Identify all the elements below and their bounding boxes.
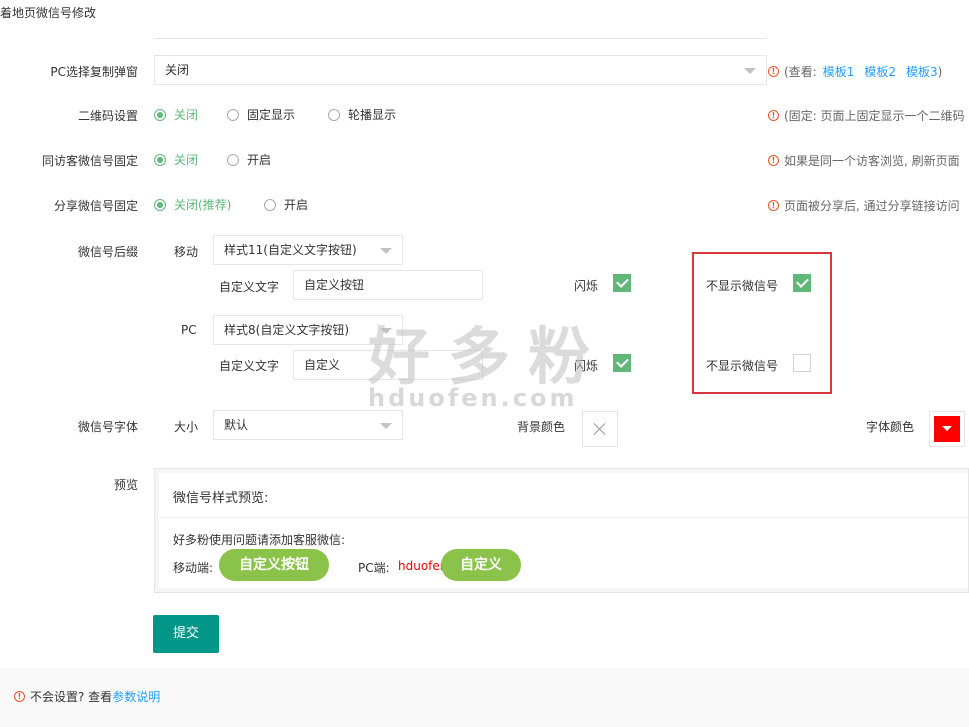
mobile-custom-input[interactable]: 自定义按钮 — [293, 270, 483, 300]
share-fixed-label: 分享微信号固定 — [53, 199, 138, 213]
submit-button[interactable]: 提交 — [153, 615, 219, 653]
font-label: 微信号字体 — [77, 420, 138, 434]
divider — [154, 38, 767, 39]
chevron-down-icon — [744, 68, 756, 74]
bg-color-picker[interactable] — [582, 411, 618, 447]
pc-copy-label: PC选择复制弹窗 — [50, 65, 138, 79]
template-link-3[interactable]: 模板3 — [906, 63, 938, 80]
info-icon: ! — [768, 155, 779, 166]
font-color-label: 字体颜色 — [866, 420, 915, 434]
param-doc-link[interactable]: 参数说明 — [112, 688, 160, 705]
share-fixed-hint: ! 页面被分享后, 通过分享链接访问 — [768, 197, 960, 214]
pc-flash-checkbox[interactable] — [613, 354, 631, 372]
share-fixed-radio-on[interactable]: 开启 — [264, 196, 308, 213]
pc-copy-value: 关闭 — [165, 63, 190, 77]
preview-pc-text: hduofen — [398, 559, 448, 573]
footer: ! 不会设置? 查看 参数说明 — [0, 668, 969, 727]
preview-heading: 微信号样式预览: — [173, 491, 269, 506]
info-icon: ! — [768, 200, 779, 211]
same-visitor-hint: ! 如果是同一个访客浏览, 刷新页面 — [768, 152, 960, 169]
pc-copy-hint: ! (查看: 模板1 模板2 模板3 ) — [768, 63, 942, 80]
preview-panel: 微信号样式预览: 好多粉使用问题请添加客服微信: 移动端: 自定义按钮 PC端:… — [154, 468, 969, 593]
mobile-custom-label: 自定义文字 — [219, 280, 280, 294]
preview-pc-button: 自定义 — [441, 549, 521, 581]
bg-color-label: 背景颜色 — [517, 420, 566, 434]
preview-pc-label: PC端: — [358, 561, 390, 575]
qrcode-radio-rotate[interactable]: 轮播显示 — [328, 106, 396, 123]
same-visitor-radio-off[interactable]: 关闭 — [154, 151, 198, 168]
hint-text: (查看: — [784, 65, 817, 79]
pc-custom-label: 自定义文字 — [219, 359, 280, 373]
mobile-flash-checkbox[interactable] — [613, 274, 631, 292]
font-color-picker[interactable] — [929, 411, 965, 447]
size-select[interactable]: 默认 — [213, 410, 403, 440]
pc-label: PC — [181, 323, 197, 337]
watermark: 好多粉 — [368, 320, 609, 393]
template-link-1[interactable]: 模板1 — [823, 63, 855, 80]
close-icon — [592, 421, 608, 437]
chevron-down-icon — [380, 248, 392, 254]
share-fixed-radio-off[interactable]: 关闭(推荐) — [154, 196, 231, 213]
preview-mobile-button: 自定义按钮 — [219, 549, 329, 581]
qrcode-radio-off[interactable]: 关闭 — [154, 106, 198, 123]
mobile-label: 移动 — [174, 245, 199, 259]
qrcode-hint: ! (固定: 页面上固定显示一个二维码 — [768, 107, 965, 124]
chevron-down-icon — [380, 423, 392, 429]
preview-intro: 好多粉使用问题请添加客服微信: — [173, 533, 346, 547]
qrcode-label: 二维码设置 — [77, 109, 138, 123]
color-swatch — [934, 416, 960, 442]
divider — [159, 517, 968, 518]
info-icon: ! — [768, 66, 779, 77]
same-visitor-radio-on[interactable]: 开启 — [227, 151, 271, 168]
suffix-label: 微信号后缀 — [77, 245, 138, 259]
size-label: 大小 — [174, 420, 199, 434]
info-icon: ! — [14, 691, 25, 702]
page-title: 着地页微信号修改 — [0, 6, 97, 20]
highlight-box — [692, 252, 832, 394]
mobile-flash-label: 闪烁 — [574, 279, 599, 293]
hint-suffix: ) — [937, 64, 943, 79]
preview-mobile-label: 移动端: — [173, 561, 214, 575]
mobile-style-select[interactable]: 样式11(自定义文字按钮) — [213, 235, 403, 265]
preview-label: 预览 — [113, 478, 138, 492]
same-visitor-label: 同访客微信号固定 — [41, 154, 138, 168]
footer-hint: ! 不会设置? 查看 参数说明 — [14, 688, 160, 705]
watermark-url: hduofen.com — [368, 384, 578, 412]
pc-copy-select[interactable]: 关闭 — [154, 55, 767, 85]
template-link-2[interactable]: 模板2 — [864, 63, 896, 80]
info-icon: ! — [768, 110, 779, 121]
qrcode-radio-fixed[interactable]: 固定显示 — [227, 106, 295, 123]
